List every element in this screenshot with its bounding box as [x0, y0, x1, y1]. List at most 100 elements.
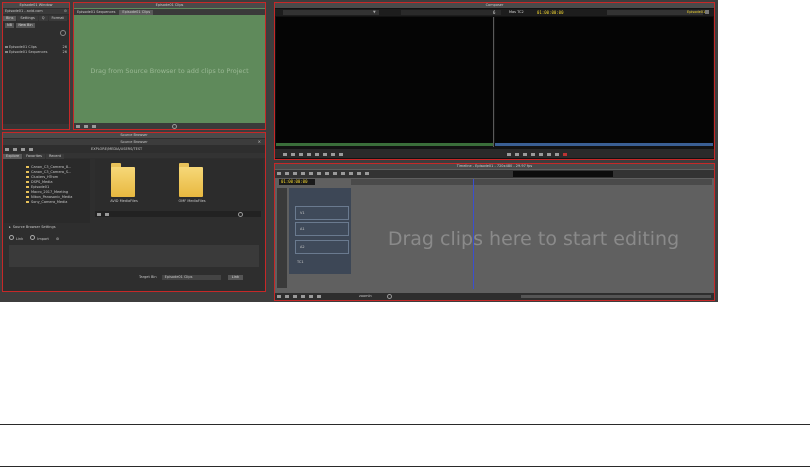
source-browser-settings[interactable]: ▸ Source Browser Settings: [9, 225, 56, 230]
nb-button[interactable]: NB: [5, 23, 15, 28]
tool-icon[interactable]: [341, 171, 345, 175]
tree-item-label: Nikon_Panasonic_Media: [31, 195, 73, 199]
forward-icon[interactable]: [13, 147, 17, 151]
list-view-icon[interactable]: [76, 124, 80, 128]
record-icon[interactable]: [563, 152, 567, 156]
timeline-scrollbar[interactable]: [521, 295, 711, 298]
monitor-divider: [493, 17, 494, 147]
timeline-timecode: 01:00:00:00: [281, 179, 308, 184]
mark-out-icon[interactable]: [291, 152, 295, 156]
track-header[interactable]: V1: [295, 206, 349, 220]
frame-view-icon[interactable]: [84, 124, 88, 128]
match-frame-icon[interactable]: [339, 152, 343, 156]
source-monitor[interactable]: [276, 17, 493, 143]
tab-settings[interactable]: Settings: [17, 16, 38, 21]
mark-in-icon[interactable]: [283, 152, 287, 156]
clips-bin-panel: Episode01 Clips Episode01 Sequences Episo…: [73, 2, 266, 130]
timeline-ruler[interactable]: [351, 179, 712, 185]
back-icon[interactable]: [5, 147, 9, 151]
link-settings-area: [9, 245, 259, 267]
script-view-icon[interactable]: [92, 124, 96, 128]
composer-tc-left: 6: [493, 10, 496, 15]
tab-format[interactable]: Format: [48, 16, 67, 21]
folder-icon[interactable]: [111, 163, 137, 197]
step-back-icon[interactable]: [523, 152, 527, 156]
tool-icon[interactable]: [285, 294, 289, 298]
gear-icon[interactable]: ⚙: [56, 237, 59, 241]
new-bin-button[interactable]: New Bin: [16, 23, 35, 28]
sequence-menu-icon[interactable]: [705, 10, 709, 14]
search-icon[interactable]: [387, 294, 392, 299]
thumbnail-view-icon[interactable]: [29, 147, 33, 151]
tab-q[interactable]: Q: [38, 16, 48, 21]
tool-icon[interactable]: [277, 171, 281, 175]
tool-icon[interactable]: [293, 294, 297, 298]
list-view-icon[interactable]: [97, 212, 101, 216]
record-monitor[interactable]: [495, 17, 713, 143]
tool-icon[interactable]: [293, 171, 297, 175]
timeline-title: Timeline - Episode01 - 720x480 - 29.97 f…: [275, 164, 714, 169]
path-field[interactable]: EXPLORE/MEDIA/USERS/TEST: [91, 146, 142, 152]
chevron-right-icon: ▸: [9, 225, 11, 229]
mark-in-icon[interactable]: [507, 152, 511, 156]
timeline-placeholder: Drag clips here to start editing: [387, 228, 680, 250]
import-radio[interactable]: [30, 235, 36, 240]
source-menu[interactable]: [283, 10, 379, 15]
tab-bins[interactable]: Bins: [3, 16, 17, 21]
tool-icon[interactable]: [301, 294, 305, 298]
composer-header: ▼ 6 Mas TC2 01:00:00:00 Episode01: [275, 9, 714, 16]
tool-icon[interactable]: [325, 171, 329, 175]
tool-icon[interactable]: [365, 171, 369, 175]
mark-out-icon[interactable]: [515, 152, 519, 156]
track-header[interactable]: TC1: [297, 260, 304, 265]
extract-icon[interactable]: [555, 152, 559, 156]
bin-count: 26: [62, 50, 67, 54]
divider-line: [0, 466, 810, 467]
tab-episode01-sequences[interactable]: Episode01 Sequences: [74, 10, 119, 15]
play-icon[interactable]: [531, 152, 535, 156]
lift-icon[interactable]: [547, 152, 551, 156]
close-icon[interactable]: ×: [258, 139, 261, 144]
bin-item[interactable]: Episode01 Sequences 26: [5, 50, 67, 55]
zoom-menu[interactable]: zoomIn: [359, 294, 372, 298]
tab-episode01-clips[interactable]: Episode01 Clips: [119, 10, 154, 15]
tool-icon[interactable]: [285, 171, 289, 175]
search-icon[interactable]: [172, 124, 177, 129]
track-header[interactable]: A1: [295, 222, 349, 236]
tool-icon[interactable]: [301, 171, 305, 175]
link-button[interactable]: Link: [227, 275, 243, 280]
track-header[interactable]: A2: [295, 240, 349, 254]
tool-icon[interactable]: [309, 294, 313, 298]
tool-icon[interactable]: [357, 171, 361, 175]
step-forward-icon[interactable]: [315, 152, 319, 156]
step-forward-icon[interactable]: [539, 152, 543, 156]
play-icon[interactable]: [307, 152, 311, 156]
search-icon[interactable]: [238, 212, 243, 217]
tree-item[interactable]: Sony_Camera_Media: [4, 200, 90, 205]
track-name: TC1: [297, 260, 304, 264]
record-tc-box: [401, 10, 501, 15]
tool-icon[interactable]: [309, 171, 313, 175]
timeline-panel: Timeline - Episode01 - 720x480 - 29.97 f…: [274, 163, 715, 301]
tool-icon[interactable]: [333, 171, 337, 175]
gear-icon[interactable]: ⚙: [64, 9, 67, 14]
source-menu-chevron-icon[interactable]: ▼: [373, 10, 376, 14]
tool-icon[interactable]: [349, 171, 353, 175]
tool-icon[interactable]: [317, 294, 321, 298]
source-position-bar[interactable]: [276, 143, 493, 146]
record-position-bar[interactable]: [495, 143, 713, 146]
list-view-icon[interactable]: [21, 147, 25, 151]
tool-icon[interactable]: [277, 294, 281, 298]
thumbnail-view-icon[interactable]: [105, 212, 109, 216]
folder-view: AVID MediaFiles OMF MediaFiles: [95, 159, 263, 211]
tool-icon[interactable]: [317, 171, 321, 175]
overwrite-icon[interactable]: [331, 152, 335, 156]
splice-icon[interactable]: [323, 152, 327, 156]
folder-icon[interactable]: [179, 163, 205, 197]
target-bin-select[interactable]: Episode01 Clips: [161, 275, 221, 280]
step-back-icon[interactable]: [299, 152, 303, 156]
source-transport-controls: [281, 151, 345, 157]
folder-icon: [26, 181, 29, 183]
link-radio[interactable]: [9, 235, 14, 240]
search-icon[interactable]: [60, 30, 66, 36]
